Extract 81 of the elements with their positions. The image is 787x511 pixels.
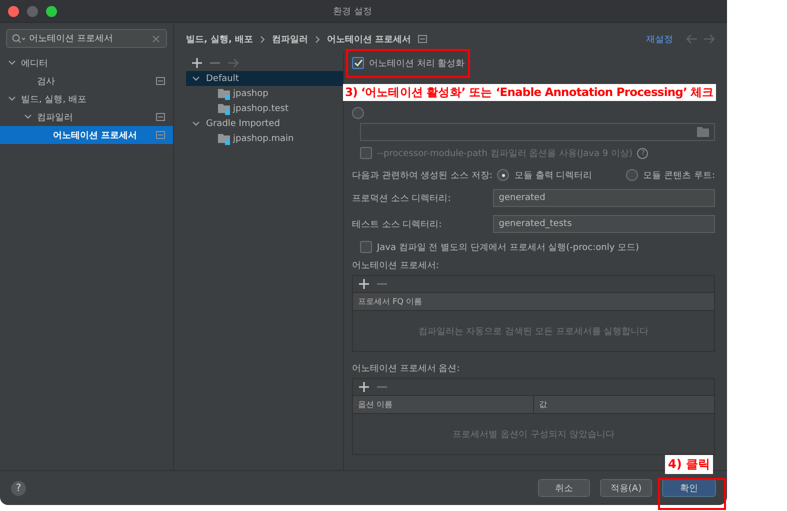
sidebar-item-label: 에디터: [21, 58, 49, 70]
radio-label: 모듈 콘텐츠 루트:: [643, 170, 715, 182]
column-header[interactable]: 값: [533, 396, 714, 413]
dialog-button[interactable]: 취소: [538, 479, 590, 497]
section-title: 어노테이션 프로세서 옵션:: [352, 363, 461, 375]
chevron-down-icon[interactable]: [8, 60, 16, 66]
section-title: 어노테이션 프로세서:: [352, 260, 440, 272]
module-folder-icon: [218, 88, 231, 100]
sidebar-item-label: 검사: [37, 76, 56, 88]
search-field[interactable]: 어노테이션 프로세서: [6, 29, 167, 48]
sidebar-item[interactable]: 어노테이션 프로세서: [0, 126, 173, 144]
checkbox[interactable]: [352, 57, 364, 69]
profile-item[interactable]: Default: [186, 71, 343, 86]
minimize-window-button[interactable]: [27, 6, 38, 16]
dialog-button[interactable]: 확인: [662, 479, 716, 497]
clear-icon[interactable]: [152, 35, 160, 43]
module-item[interactable]: jpashop: [186, 86, 343, 101]
sidebar-item-label: 컴파일러: [37, 112, 74, 124]
breadcrumb-item[interactable]: 빌드, 실행, 배포: [186, 32, 254, 46]
empty-table-text: 컴파일러는 자동으로 검색된 모든 프로세서를 실행합니다: [418, 326, 649, 338]
settings-page-icon: [156, 131, 165, 139]
radio-button[interactable]: [352, 107, 364, 119]
radio-button[interactable]: [497, 169, 510, 181]
add-icon[interactable]: [359, 279, 369, 289]
sidebar-item[interactable]: 빌드, 실행, 배포: [0, 90, 173, 108]
column-header[interactable]: 옵션 이름: [353, 396, 533, 413]
chevron-right-icon: [315, 36, 320, 42]
profile-item[interactable]: Gradle Imported: [186, 116, 343, 131]
sidebar-item[interactable]: 에디터: [0, 54, 173, 72]
checkbox-label: Java 컴파일 전 별도의 단계에서 프로세서 실행(-proc:only 모드): [377, 242, 640, 254]
annotation-text: 4) 클릭: [665, 455, 714, 474]
settings-page-icon: [418, 35, 428, 43]
breadcrumb-item: 어노테이션 프로세서: [327, 34, 412, 46]
profile-label: Gradle Imported: [206, 118, 280, 128]
module-item[interactable]: jpashop.test: [186, 101, 343, 116]
chevron-down-icon[interactable]: [192, 120, 200, 126]
highlight-frame: [658, 478, 726, 510]
close-window-button[interactable]: [8, 6, 19, 16]
module-label: jpashop.main: [233, 134, 294, 144]
sidebar-item-label: 어노테이션 프로세서: [53, 130, 138, 142]
module-folder-icon: [218, 132, 231, 144]
breadcrumb-item[interactable]: 컴파일러: [272, 32, 308, 46]
module-item[interactable]: jpashop.main: [186, 131, 343, 146]
column-header[interactable]: 프로세서 FQ 이름: [353, 293, 714, 310]
add-icon[interactable]: [192, 58, 202, 68]
dialog-button[interactable]: 적용(A): [600, 479, 652, 497]
chevron-down-icon[interactable]: [8, 96, 16, 102]
field-label: 프로덕션 소스 디렉터리:: [352, 192, 452, 204]
chevron-down-icon[interactable]: [192, 76, 200, 82]
back-arrow-icon[interactable]: [686, 34, 697, 44]
module-folder-icon: [218, 102, 231, 114]
checkbox-label: --processor-module-path 컴파일러 옵션을 사용(Java 9 이상): [377, 148, 632, 160]
radio-label: 모듈 출력 디렉터리: [514, 170, 592, 182]
directory-field[interactable]: generated_tests: [492, 215, 715, 233]
module-label: jpashop.test: [233, 104, 288, 114]
radio-button[interactable]: [626, 169, 638, 181]
sidebar-item-label: 빌드, 실행, 배포: [21, 94, 88, 106]
chevron-down-icon[interactable]: [24, 114, 32, 120]
checkbox[interactable]: [360, 241, 372, 253]
annotation-text: 3) ‘어노테이션 활성화’ 또는 ‘Enable Annotation Processing’ 체크: [343, 84, 716, 101]
sidebar-item[interactable]: 컴파일러: [0, 108, 173, 126]
window-title: 환경 설정: [333, 6, 372, 18]
arrow-right-icon[interactable]: [228, 58, 239, 68]
settings-page-icon: [156, 113, 165, 121]
checkbox-label: 어노테이션 처리 활성화: [369, 58, 465, 70]
empty-table-text: 프로세서별 옵션이 구성되지 않았습니다: [452, 428, 614, 440]
settings-page-icon: [156, 77, 165, 85]
chevron-right-icon: [260, 36, 266, 42]
checkbox[interactable]: [360, 147, 372, 159]
help-button[interactable]: ?: [11, 480, 26, 496]
add-icon[interactable]: [359, 382, 369, 392]
profile-label: Default: [206, 74, 239, 84]
reset-link[interactable]: 재설정: [646, 32, 673, 46]
forward-arrow-icon[interactable]: [704, 34, 715, 44]
search-icon: [12, 34, 25, 44]
zoom-window-button[interactable]: [46, 6, 57, 16]
sidebar-item[interactable]: 검사: [0, 72, 173, 90]
directory-field[interactable]: generated: [492, 189, 715, 207]
store-label: 다음과 관련하여 생성된 소스 저장:: [352, 170, 492, 182]
module-label: jpashop: [233, 88, 268, 98]
field-label: 테스트 소스 디렉터리:: [352, 218, 443, 230]
